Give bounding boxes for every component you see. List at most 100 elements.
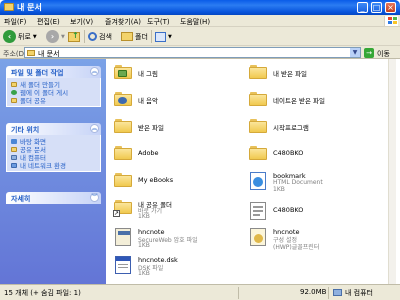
address-value: 내 문서: [38, 50, 60, 58]
file-hncnote-dsk[interactable]: hncnote.dsk DSK 파일 1KB: [114, 256, 244, 280]
folder-my-ebooks[interactable]: My eBooks: [114, 172, 234, 194]
file-hncnote-secure[interactable]: hncnote SecureWeb 암호 파일 1KB: [114, 228, 244, 252]
menu-bar: 파일(F) 편집(E) 보기(V) 즐겨찾기(A) 도구(T) 도움말(H): [0, 15, 400, 27]
chevron-down-icon[interactable]: ▼: [350, 48, 360, 57]
back-arrow-icon: ‹: [3, 30, 16, 43]
item-name: C480BKO: [273, 149, 304, 157]
menu-help[interactable]: 도움말(H): [180, 17, 210, 27]
expand-icon[interactable]: ︾: [90, 193, 99, 202]
other-places-title: 기타 위치: [11, 126, 40, 134]
chevron-down-icon: ▼: [168, 33, 172, 40]
address-bar: 주소(D) 내 문서 ▼ → 이동: [0, 46, 400, 59]
status-location: 내 컴퓨터: [345, 289, 373, 297]
folder-my-music[interactable]: 내 음악: [114, 91, 234, 113]
menu-tools[interactable]: 도구(T): [147, 17, 170, 27]
folder-icon: [121, 32, 133, 41]
share-folder-icon: [11, 97, 17, 103]
folder-received-files[interactable]: 받은 파일: [114, 118, 234, 140]
folder-icon: [114, 146, 132, 161]
folder-my-downloads[interactable]: 내 받은 파일: [249, 64, 379, 86]
folder-icon: [114, 119, 132, 134]
minimize-button[interactable]: _: [357, 2, 368, 13]
menu-favorites[interactable]: 즐겨찾기(A): [105, 17, 141, 27]
folder-shortcut-icon: ↗: [113, 200, 132, 217]
folder-startup[interactable]: 시작프로그램: [249, 118, 379, 140]
folder-icon: [249, 92, 267, 107]
menu-view[interactable]: 보기(V): [70, 17, 93, 27]
window-title: 내 문서: [17, 3, 42, 12]
new-folder-icon: [11, 81, 17, 87]
go-arrow-icon[interactable]: →: [364, 48, 374, 58]
shortcut-my-shared-folder[interactable]: ↗ 내 공유 폴더 바로 가기 1KB: [113, 199, 234, 223]
item-size: 1KB: [138, 270, 150, 277]
item-size: 1KB: [273, 186, 285, 193]
file-tasks-title: 파일 및 폴더 작업: [11, 69, 64, 77]
item-name: 내 받은 파일: [273, 70, 308, 78]
folder-icon: [249, 146, 267, 161]
item-size: 1KB: [138, 242, 150, 249]
secure-file-icon: [115, 228, 131, 246]
forward-button[interactable]: › ▼: [46, 29, 65, 44]
file-list: 내 그림 내 받은 파일 내 음악 네이트온 받은 파일 받은 파일 시작프로그…: [106, 59, 396, 284]
folder-icon: [249, 65, 267, 80]
item-size: (HWP)글꼴프린터: [273, 244, 320, 251]
back-button[interactable]: ‹ 뒤로 ▼: [3, 29, 37, 44]
folder-icon: [249, 119, 267, 134]
other-places-header[interactable]: 기타 위치 ︽: [6, 123, 101, 135]
computer-icon: [333, 289, 342, 296]
document-icon: [250, 202, 266, 220]
item-name: 네이트온 받은 파일: [273, 97, 325, 105]
web-publish-icon: [11, 89, 17, 95]
folder-icon: [27, 50, 35, 56]
back-label: 뒤로: [18, 32, 31, 41]
details-header[interactable]: 자세히 ︾: [6, 192, 101, 204]
collapse-icon[interactable]: ︽: [90, 124, 99, 133]
folder-icon: [114, 65, 132, 80]
html-document-icon: [250, 172, 266, 190]
file-bookmark[interactable]: bookmark HTML Document 1KB: [249, 172, 389, 196]
folders-button[interactable]: 폴더: [121, 29, 148, 44]
collapse-icon[interactable]: ︽: [90, 67, 99, 76]
config-file-icon: [250, 228, 266, 246]
folder-adobe[interactable]: Adobe: [114, 145, 234, 167]
item-name: 시작프로그램: [273, 124, 309, 132]
file-tasks-header[interactable]: 파일 및 폴더 작업 ︽: [6, 66, 101, 78]
task-label: 폴더 공유: [20, 97, 46, 105]
views-button[interactable]: ▼: [155, 29, 172, 44]
views-icon: [155, 31, 166, 42]
place-network[interactable]: 내 네트워크 환경: [11, 161, 100, 170]
computer-icon: [11, 154, 17, 160]
file-tasks-panel: 파일 및 폴더 작업 ︽ 새 폴더 만들기 웹에 이 폴더 게시 폴더 공유: [6, 66, 101, 107]
file-c480bko[interactable]: C480BKO: [249, 202, 379, 224]
search-button[interactable]: 검색: [88, 29, 112, 44]
menu-edit[interactable]: 편집(E): [37, 17, 60, 27]
file-hncnote-config[interactable]: hncnote 구성 설정 (HWP)글꼴프린터: [249, 228, 389, 252]
folder-icon: [4, 3, 14, 11]
forward-arrow-icon: ›: [46, 30, 59, 43]
menu-file[interactable]: 파일(F): [4, 17, 26, 27]
toolbar: ‹ 뒤로 ▼ › ▼ ↑ 검색 폴더 ▼: [0, 27, 400, 46]
folder-c480bko[interactable]: C480BKO: [249, 145, 379, 167]
folder-my-pictures[interactable]: 내 그림: [114, 64, 234, 86]
maximize-button[interactable]: □: [371, 2, 382, 13]
folder-icon: [114, 92, 132, 107]
chevron-down-icon: ▼: [32, 33, 37, 40]
other-places-panel: 기타 위치 ︽ 바탕 화면 공유 문서 내 컴퓨터 내 네트워크 환경: [6, 123, 101, 172]
desktop-icon: [11, 138, 17, 144]
place-label: 내 네트워크 환경: [20, 162, 66, 170]
address-input[interactable]: 내 문서 ▼: [24, 47, 361, 58]
chevron-down-icon: ▼: [61, 33, 65, 40]
item-name: 받은 파일: [138, 124, 164, 132]
status-object-count: 15 개체 (+ 숨김 파일: 1): [4, 289, 81, 297]
folder-nateon-downloads[interactable]: 네이트온 받은 파일: [249, 91, 389, 113]
dsk-file-icon: [115, 256, 131, 274]
title-bar[interactable]: 내 문서 _ □ ×: [0, 0, 400, 15]
close-button[interactable]: ×: [385, 2, 396, 13]
up-folder-button[interactable]: ↑: [68, 29, 80, 44]
folders-label: 폴더: [135, 32, 148, 41]
status-bar: 15 개체 (+ 숨김 파일: 1) 92.0MB 내 컴퓨터: [0, 284, 400, 300]
task-share-folder[interactable]: 폴더 공유: [11, 96, 100, 105]
go-button[interactable]: 이동: [377, 49, 390, 59]
item-name: Adobe: [138, 149, 159, 157]
vertical-scrollbar[interactable]: [388, 59, 396, 284]
